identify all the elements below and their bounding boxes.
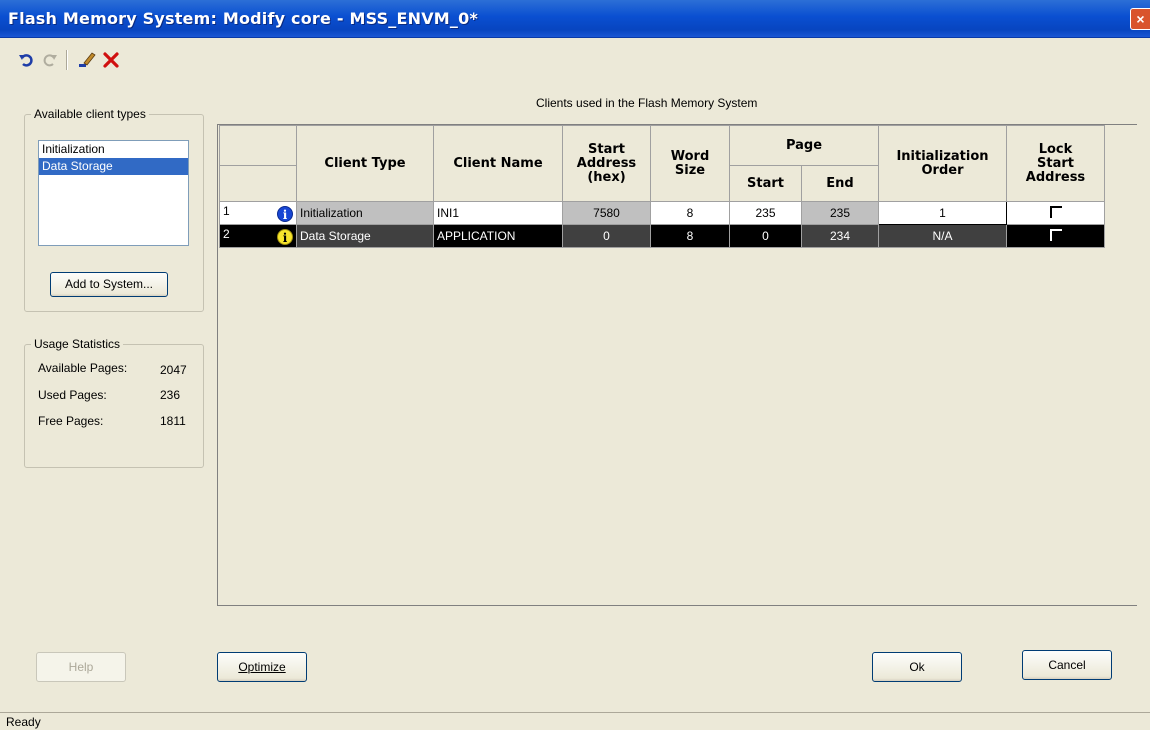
stat-value: 236 bbox=[160, 388, 181, 402]
delete-icon bbox=[103, 52, 119, 68]
row-number-header bbox=[219, 125, 297, 166]
page-end-header: End bbox=[801, 165, 879, 202]
word-size-cell[interactable]: 8 bbox=[650, 201, 730, 225]
redo-button[interactable] bbox=[38, 48, 62, 72]
lock-start-cell[interactable] bbox=[1006, 201, 1105, 225]
client-type-header: Client Type bbox=[296, 125, 434, 202]
lock-start-address-header: Lock Start Address bbox=[1006, 125, 1105, 202]
start-address-header: Start Address (hex) bbox=[562, 125, 651, 202]
table-row[interactable]: 2 i Data Storage APPLICATION 0 8 0 234 N… bbox=[219, 224, 1105, 248]
stat-label: Free Pages: bbox=[38, 414, 104, 428]
row-number-cell: 2 i bbox=[219, 224, 297, 248]
optimize-label: Optimize bbox=[238, 660, 286, 674]
page-end-cell: 234 bbox=[801, 224, 879, 248]
row-number-cell: 1 i bbox=[219, 201, 297, 225]
client-name-header: Client Name bbox=[433, 125, 563, 202]
client-type-cell: Data Storage bbox=[296, 224, 434, 248]
row-number: 2 bbox=[223, 227, 230, 241]
toolbar bbox=[14, 48, 123, 72]
clients-caption: Clients used in the Flash Memory System bbox=[536, 96, 758, 110]
undo-icon bbox=[19, 54, 33, 67]
stat-value: 1811 bbox=[160, 414, 186, 428]
list-item-initialization[interactable]: Initialization bbox=[39, 141, 188, 158]
ok-button[interactable]: Ok bbox=[872, 652, 962, 682]
initialization-order-cell[interactable]: 1 bbox=[878, 201, 1007, 225]
page-header: Page bbox=[729, 125, 879, 166]
table-row[interactable]: 1 i Initialization INI1 7580 8 235 235 1 bbox=[219, 201, 1105, 225]
row-number-subheader bbox=[219, 165, 297, 202]
stat-value: 2047 bbox=[160, 363, 187, 377]
title-bar: Flash Memory System: Modify core - MSS_E… bbox=[0, 0, 1150, 38]
stat-label: Available Pages: bbox=[38, 361, 128, 375]
add-to-system-button[interactable]: Add to System... bbox=[50, 272, 168, 297]
edit-button[interactable] bbox=[75, 48, 99, 72]
start-address-cell[interactable]: 7580 bbox=[562, 201, 651, 225]
word-size-cell[interactable]: 8 bbox=[650, 224, 730, 248]
cancel-button[interactable]: Cancel bbox=[1022, 650, 1112, 680]
page-start-cell: 235 bbox=[729, 201, 802, 225]
info-icon[interactable]: i bbox=[277, 229, 293, 245]
redo-icon bbox=[43, 54, 57, 67]
status-text: Ready bbox=[6, 715, 41, 729]
page-start-cell: 0 bbox=[729, 224, 802, 248]
initialization-order-cell[interactable]: N/A bbox=[878, 224, 1007, 248]
lock-start-checkbox[interactable] bbox=[1049, 205, 1062, 218]
client-types-label: Available client types bbox=[31, 107, 149, 121]
row-number: 1 bbox=[223, 204, 230, 218]
clients-table: Client Type Client Name Start Address (h… bbox=[219, 125, 1105, 248]
client-type-cell: Initialization bbox=[296, 201, 434, 225]
status-bar: Ready bbox=[0, 712, 1150, 730]
client-name-cell[interactable]: APPLICATION bbox=[433, 224, 563, 248]
client-types-list[interactable]: Initialization Data Storage bbox=[38, 140, 189, 246]
page-end-cell: 235 bbox=[801, 201, 879, 225]
close-icon: × bbox=[1136, 11, 1145, 27]
list-item-data-storage[interactable]: Data Storage bbox=[39, 158, 188, 175]
toolbar-separator bbox=[66, 50, 67, 70]
window-title: Flash Memory System: Modify core - MSS_E… bbox=[8, 9, 479, 28]
optimize-button[interactable]: Optimize bbox=[217, 652, 307, 682]
delete-button[interactable] bbox=[99, 48, 123, 72]
initialization-order-header: Initialization Order bbox=[878, 125, 1007, 202]
undo-button[interactable] bbox=[14, 48, 38, 72]
stat-label: Used Pages: bbox=[38, 388, 107, 402]
word-size-header: Word Size bbox=[650, 125, 730, 202]
help-button[interactable]: Help bbox=[36, 652, 126, 682]
lock-start-cell[interactable] bbox=[1006, 224, 1105, 248]
lock-start-checkbox[interactable] bbox=[1049, 228, 1062, 241]
edit-icon bbox=[79, 52, 96, 67]
page-start-header: Start bbox=[729, 165, 802, 202]
info-icon[interactable]: i bbox=[277, 206, 293, 222]
usage-statistics-label: Usage Statistics bbox=[31, 337, 124, 351]
client-name-cell[interactable]: INI1 bbox=[433, 201, 563, 225]
start-address-cell[interactable]: 0 bbox=[562, 224, 651, 248]
close-button[interactable]: × bbox=[1130, 8, 1150, 30]
